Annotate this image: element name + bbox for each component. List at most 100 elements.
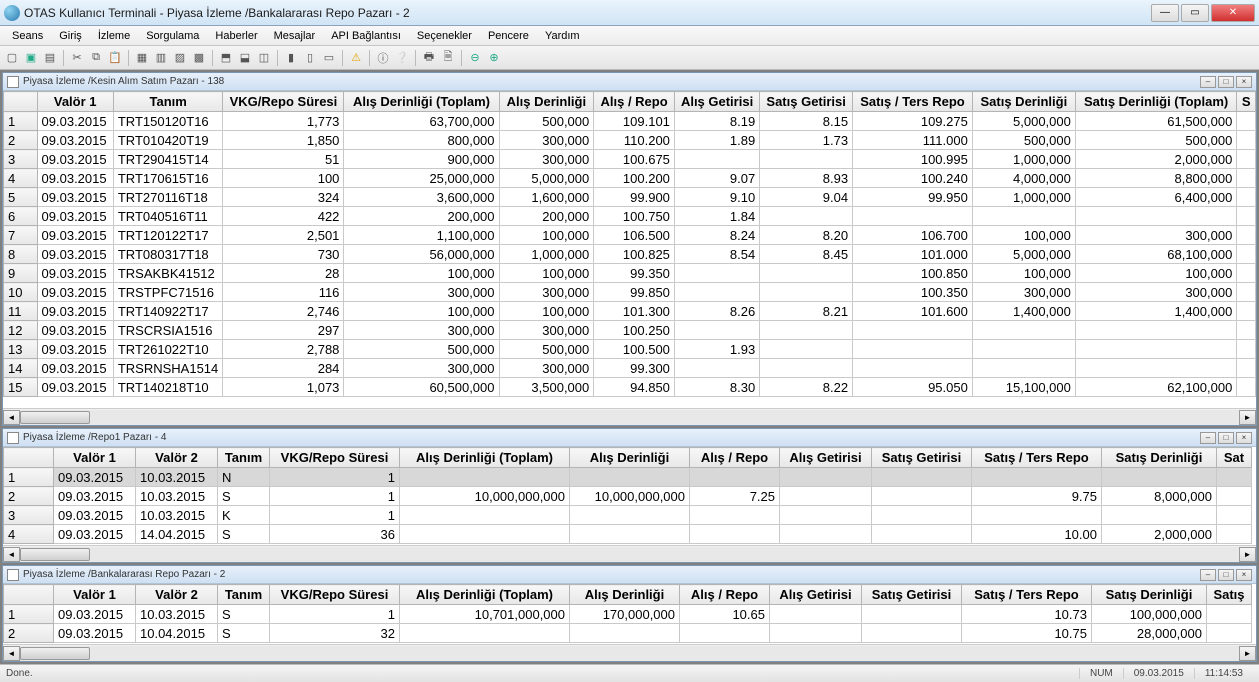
- tb-doc-icon[interactable]: ▤: [42, 50, 58, 66]
- cell[interactable]: 500,000: [499, 112, 594, 131]
- cell[interactable]: 6: [4, 207, 38, 226]
- grid1[interactable]: Valör 1TanımVKG/Repo SüresiAlış Derinliğ…: [3, 91, 1256, 408]
- cell[interactable]: [780, 468, 872, 487]
- cell[interactable]: 730: [223, 245, 344, 264]
- cell[interactable]: 900,000: [344, 150, 499, 169]
- cell[interactable]: [872, 487, 972, 506]
- cell[interactable]: TRSRNSHA1514: [113, 359, 223, 378]
- cell[interactable]: 09.03.2015: [37, 302, 113, 321]
- tb-copy-icon[interactable]: ⧉: [88, 50, 104, 66]
- menu-pencere[interactable]: Pencere: [480, 28, 537, 44]
- cell[interactable]: 9.04: [760, 188, 853, 207]
- scroll-thumb[interactable]: [20, 411, 90, 424]
- col-header[interactable]: Alış Derinliği: [499, 92, 594, 112]
- cell[interactable]: 100,000: [972, 264, 1075, 283]
- col-header[interactable]: Satış Getirisi: [862, 585, 962, 605]
- cell[interactable]: [1075, 207, 1236, 226]
- cell[interactable]: 8.45: [760, 245, 853, 264]
- cell[interactable]: 09.03.2015: [37, 188, 113, 207]
- cell[interactable]: [853, 207, 973, 226]
- cell[interactable]: [1237, 245, 1256, 264]
- cell[interactable]: TRT120122T17: [113, 226, 223, 245]
- cell[interactable]: 10.00: [972, 525, 1102, 544]
- cell[interactable]: [1237, 283, 1256, 302]
- col-header[interactable]: Satış / Ters Repo: [962, 585, 1092, 605]
- cell[interactable]: [674, 359, 759, 378]
- cell[interactable]: 300,000: [499, 321, 594, 340]
- cell[interactable]: [1237, 150, 1256, 169]
- cell[interactable]: [780, 487, 872, 506]
- col-header[interactable]: Satış Derinliği: [1102, 448, 1217, 468]
- menu-api[interactable]: API Bağlantısı: [323, 28, 409, 44]
- child-minimize-button[interactable]: –: [1200, 569, 1216, 581]
- cell[interactable]: 1,000,000: [972, 188, 1075, 207]
- table-row[interactable]: 709.03.2015TRT120122T172,5011,100,000100…: [4, 226, 1256, 245]
- col-header[interactable]: Tanım: [218, 448, 270, 468]
- cell[interactable]: [570, 506, 690, 525]
- cell[interactable]: 3: [4, 150, 38, 169]
- cell[interactable]: S: [218, 624, 270, 643]
- cell[interactable]: 99.350: [594, 264, 675, 283]
- table-row[interactable]: 209.03.201510.04.2015S3210.7528,000,000: [4, 624, 1252, 643]
- cell[interactable]: [972, 468, 1102, 487]
- cell[interactable]: [972, 207, 1075, 226]
- cell[interactable]: 63,700,000: [344, 112, 499, 131]
- cell[interactable]: [400, 506, 570, 525]
- cell[interactable]: [570, 468, 690, 487]
- cell[interactable]: [972, 340, 1075, 359]
- cell[interactable]: 200,000: [344, 207, 499, 226]
- col-header[interactable]: [4, 92, 38, 112]
- cell[interactable]: 8.93: [760, 169, 853, 188]
- cell[interactable]: 8.15: [760, 112, 853, 131]
- cell[interactable]: 09.03.2015: [37, 264, 113, 283]
- cell[interactable]: 9: [4, 264, 38, 283]
- cell[interactable]: [760, 150, 853, 169]
- cell[interactable]: [1237, 207, 1256, 226]
- cell[interactable]: 2,501: [223, 226, 344, 245]
- cell[interactable]: 09.03.2015: [37, 169, 113, 188]
- cell[interactable]: 300,000: [499, 359, 594, 378]
- col-header[interactable]: Alış Derinliği (Toplam): [400, 448, 570, 468]
- tb-new-icon[interactable]: ▢: [4, 50, 20, 66]
- cell[interactable]: [760, 359, 853, 378]
- menu-secenekler[interactable]: Seçenekler: [409, 28, 480, 44]
- cell[interactable]: 1,400,000: [1075, 302, 1236, 321]
- cell[interactable]: 1,850: [223, 131, 344, 150]
- cell[interactable]: 61,500,000: [1075, 112, 1236, 131]
- cell[interactable]: [570, 525, 690, 544]
- cell[interactable]: [1217, 468, 1252, 487]
- cell[interactable]: 11: [4, 302, 38, 321]
- cell[interactable]: 09.03.2015: [37, 378, 113, 397]
- cell[interactable]: 300,000: [972, 283, 1075, 302]
- col-header[interactable]: Alış / Repo: [680, 585, 770, 605]
- scroll-right-icon[interactable]: ►: [1239, 547, 1256, 562]
- cell[interactable]: 100.995: [853, 150, 973, 169]
- cell[interactable]: [862, 624, 962, 643]
- cell[interactable]: [1237, 112, 1256, 131]
- cell[interactable]: 200,000: [499, 207, 594, 226]
- menu-yardim[interactable]: Yardım: [537, 28, 588, 44]
- cell[interactable]: 300,000: [344, 321, 499, 340]
- cell[interactable]: 5,000,000: [972, 245, 1075, 264]
- cell[interactable]: 2: [4, 131, 38, 150]
- cell[interactable]: 09.03.2015: [37, 359, 113, 378]
- cell[interactable]: 3: [4, 506, 54, 525]
- cell[interactable]: 100: [223, 169, 344, 188]
- cell[interactable]: TRT040516T11: [113, 207, 223, 226]
- cell[interactable]: [972, 321, 1075, 340]
- cell[interactable]: 110.200: [594, 131, 675, 150]
- cell[interactable]: 1: [4, 605, 54, 624]
- tb-grid4-icon[interactable]: ▩: [191, 50, 207, 66]
- cell[interactable]: 100.750: [594, 207, 675, 226]
- hscrollbar[interactable]: ◄ ►: [3, 545, 1256, 562]
- grid3[interactable]: Valör 1Valör 2TanımVKG/Repo SüresiAlış D…: [3, 584, 1256, 644]
- cell[interactable]: 1: [4, 112, 38, 131]
- cell[interactable]: 10: [4, 283, 38, 302]
- cell[interactable]: 8,000,000: [1102, 487, 1217, 506]
- cell[interactable]: 101.300: [594, 302, 675, 321]
- col-header[interactable]: Satış / Ters Repo: [972, 448, 1102, 468]
- cell[interactable]: 100,000: [499, 264, 594, 283]
- cell[interactable]: [400, 525, 570, 544]
- child-titlebar[interactable]: Piyasa İzleme /Kesin Alım Satım Pazarı -…: [3, 73, 1256, 91]
- scroll-right-icon[interactable]: ►: [1239, 410, 1256, 425]
